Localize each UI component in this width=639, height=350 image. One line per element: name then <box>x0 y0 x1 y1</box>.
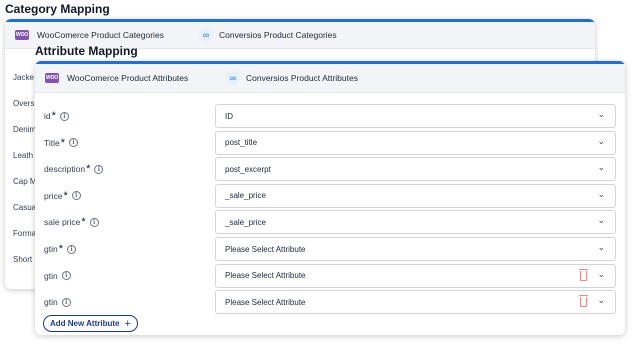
attribute-row: id * i ID ⌄ <box>35 104 625 128</box>
info-icon[interactable]: i <box>67 244 76 254</box>
woocommerce-icon: WOO <box>15 30 29 40</box>
trash-icon[interactable] <box>579 295 588 308</box>
attribute-select[interactable]: Please Select Attribute ⌄ <box>215 290 616 315</box>
info-icon[interactable]: i <box>71 191 81 201</box>
attribute-select[interactable]: _sale_price ⌄ <box>215 183 616 208</box>
attribute-label: gtin i <box>44 290 71 314</box>
attribute-select-value: post_excerpt <box>225 164 271 174</box>
conversios-attributes-header: ∞ Conversios Product Attributes <box>226 64 358 92</box>
required-asterisk: * <box>51 110 56 122</box>
category-mapping-title: Category Mapping <box>5 2 110 16</box>
attribute-row: description * i post_excerpt ⌄ <box>35 157 625 182</box>
chevron-down-icon[interactable]: ⌄ <box>597 215 605 226</box>
attribute-select-value: Please Select Attribute <box>225 271 306 281</box>
attribute-label: id * i <box>44 104 69 128</box>
attribute-select-value: _sale_price <box>225 191 266 201</box>
attribute-mapping-header: WOO WooComerce Product Attributes ∞ Conv… <box>35 64 625 93</box>
attribute-select-value: ID <box>225 111 233 121</box>
attribute-row: price * i _sale_price ⌄ <box>35 183 625 208</box>
attribute-select-value: _sale_price <box>225 217 266 227</box>
info-icon[interactable]: i <box>59 111 69 121</box>
attribute-select-value: post_title <box>225 138 258 148</box>
attribute-label: gtin * i <box>44 237 76 261</box>
attribute-select-value: Please Select Attribute <box>225 297 306 307</box>
category-item: Overs <box>13 98 35 108</box>
category-item: Forma <box>13 228 37 238</box>
trash-icon[interactable] <box>579 268 588 281</box>
attribute-select[interactable]: _sale_price ⌄ <box>215 210 616 235</box>
conversios-categories-label: Conversios Product Categories <box>219 30 337 40</box>
attribute-label-text: price <box>44 190 63 201</box>
plus-icon: + <box>124 317 131 330</box>
attribute-mapping-title: Attribute Mapping <box>35 44 138 58</box>
attribute-label-text: gtin <box>44 244 58 254</box>
attribute-select[interactable]: ID ⌄ <box>215 104 616 128</box>
attribute-row: gtin i Please Select Attribute ⌄ <box>35 290 625 315</box>
required-asterisk: * <box>58 243 63 255</box>
conversios-categories-header: ∞ Conversios Product Categories <box>199 22 337 48</box>
required-asterisk: * <box>60 136 66 149</box>
chevron-down-icon[interactable]: ⌄ <box>597 189 605 200</box>
required-asterisk: * <box>81 216 86 229</box>
attribute-select[interactable]: Please Select Attribute ⌄ <box>215 263 616 288</box>
category-item: Leath <box>13 150 34 160</box>
attribute-select[interactable]: post_excerpt ⌄ <box>215 157 616 182</box>
info-icon[interactable]: i <box>61 297 71 307</box>
attribute-label: description * i <box>44 157 104 181</box>
info-icon[interactable]: i <box>94 164 104 174</box>
category-item: Casua <box>13 202 37 212</box>
info-icon[interactable]: i <box>89 217 99 227</box>
chevron-down-icon[interactable]: ⌄ <box>597 295 605 306</box>
attribute-label-text: description <box>44 164 86 175</box>
woo-categories-label: WooComerce Product Categories <box>37 30 164 40</box>
attribute-label: price * i <box>44 184 81 208</box>
attribute-label-text: Title <box>44 137 60 148</box>
category-list: Jacke Overs Denim Leath Cap M Casua Forma Short <box>13 64 37 272</box>
attribute-label: Title * i <box>44 131 79 155</box>
conversios-attributes-label: Conversios Product Attributes <box>246 73 358 83</box>
attribute-row: Title * i post_title ⌄ <box>35 130 625 155</box>
required-asterisk: * <box>63 189 68 202</box>
attribute-row: sale price * i _sale_price ⌄ <box>35 210 625 235</box>
conversios-icon: ∞ <box>226 71 240 85</box>
add-new-attribute-button[interactable]: Add New Attribute + <box>43 315 138 332</box>
category-item: Denim <box>13 124 37 134</box>
category-item: Cap M <box>13 176 37 186</box>
add-new-attribute-label: Add New Attribute <box>50 319 120 328</box>
attribute-row: gtin i Please Select Attribute ⌄ <box>35 263 625 288</box>
conversios-icon: ∞ <box>199 28 213 42</box>
attribute-label-text: id <box>44 111 51 121</box>
attribute-select-value: Please Select Attribute <box>225 244 306 254</box>
attribute-select[interactable]: Please Select Attribute ⌄ <box>215 237 616 261</box>
chevron-down-icon[interactable]: ⌄ <box>597 269 605 280</box>
attribute-label-text: gtin <box>44 270 58 281</box>
required-asterisk: * <box>86 163 91 176</box>
attribute-row: gtin * i Please Select Attribute ⌄ <box>35 237 625 261</box>
attribute-select[interactable]: post_title ⌄ <box>215 130 616 155</box>
info-icon[interactable]: i <box>61 271 71 281</box>
attribute-label: sale price * i <box>44 210 99 234</box>
woocommerce-icon: WOO <box>45 73 59 83</box>
chevron-down-icon[interactable]: ⌄ <box>597 109 605 120</box>
attribute-label-text: sale price <box>44 217 81 228</box>
info-icon[interactable]: i <box>69 138 79 148</box>
chevron-down-icon[interactable]: ⌄ <box>597 136 605 147</box>
category-item: Jacke <box>13 72 34 82</box>
woo-attributes-header: WOO WooComerce Product Attributes <box>45 64 188 92</box>
attribute-label-text: gtin <box>44 297 58 308</box>
attribute-mapping-panel: WOO WooComerce Product Attributes ∞ Conv… <box>35 61 625 335</box>
attribute-label: gtin i <box>44 264 71 288</box>
chevron-down-icon[interactable]: ⌄ <box>597 162 605 173</box>
category-item: Short <box>13 254 33 264</box>
woo-attributes-label: WooComerce Product Attributes <box>67 73 189 83</box>
chevron-down-icon[interactable]: ⌄ <box>597 242 605 253</box>
